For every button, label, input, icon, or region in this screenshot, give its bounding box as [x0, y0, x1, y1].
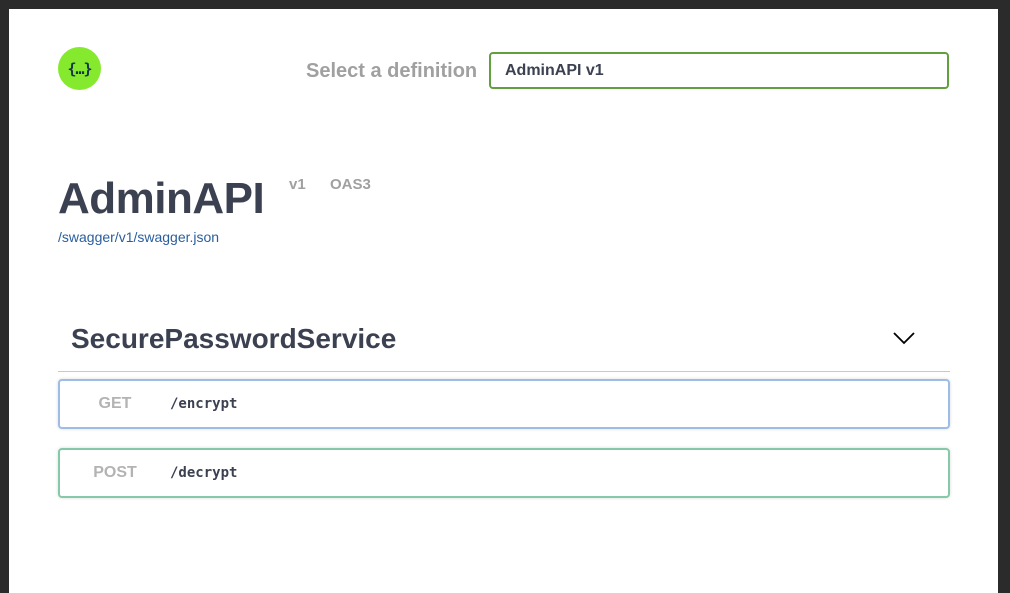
- method-badge: POST: [93, 464, 137, 481]
- operation-path: /encrypt: [170, 396, 238, 412]
- swagger-logo-icon[interactable]: {…}: [58, 47, 101, 90]
- tag-title[interactable]: SecurePasswordService: [71, 323, 396, 355]
- api-title: AdminAPI: [58, 174, 265, 223]
- select-definition-label: Select a definition: [306, 60, 478, 82]
- operation-path: /decrypt: [170, 465, 238, 481]
- swagger-page: {…} Select a definition AdminAPI v1 Admi…: [9, 9, 998, 593]
- definition-select[interactable]: AdminAPI v1: [489, 52, 949, 89]
- method-badge: GET: [98, 395, 132, 412]
- operation-post-decrypt[interactable]: POST /decrypt: [58, 448, 950, 498]
- definition-select-value: AdminAPI v1: [505, 61, 604, 79]
- logo-glyph: {…}: [67, 59, 92, 78]
- oas-badge: OAS3: [330, 176, 371, 193]
- chevron-down-icon[interactable]: [893, 331, 915, 345]
- spec-url-link[interactable]: /swagger/v1/swagger.json: [58, 229, 219, 245]
- version-badge: v1: [289, 176, 306, 193]
- tag-divider: [58, 371, 950, 372]
- operation-get-encrypt[interactable]: GET /encrypt: [58, 379, 950, 429]
